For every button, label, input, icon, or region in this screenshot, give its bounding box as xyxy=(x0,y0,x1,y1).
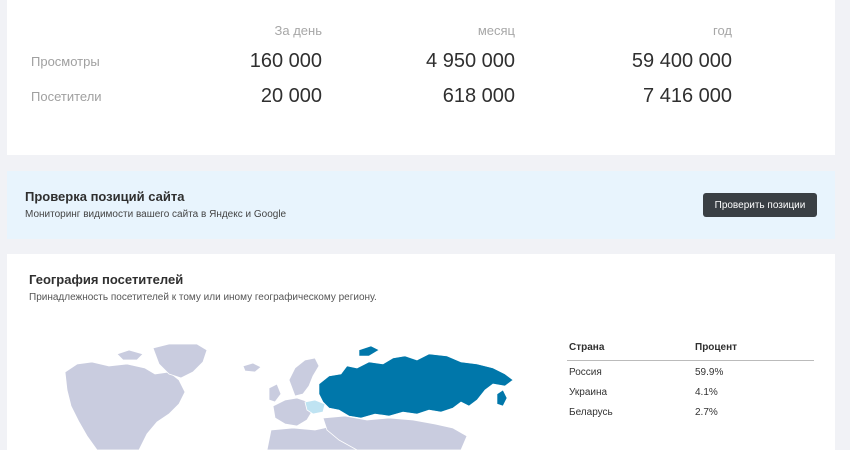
british-isles-region[interactable] xyxy=(268,383,282,403)
russia-region[interactable] xyxy=(318,353,514,419)
views-year-value: 59 400 000 xyxy=(631,50,732,72)
column-header-day: За день xyxy=(274,23,322,38)
table-row-country: Украина xyxy=(569,387,608,398)
iceland-region[interactable] xyxy=(242,362,262,373)
check-positions-banner: Проверка позиций сайта Мониторинг видимо… xyxy=(7,171,835,239)
geography-subtitle: Принадлежность посетителей к тому или ин… xyxy=(29,292,377,303)
views-month-value: 4 950 000 xyxy=(426,50,515,72)
table-row-country: Россия xyxy=(569,367,602,378)
arctic-islands-region[interactable] xyxy=(116,349,144,361)
row-label-visitors: Посетители xyxy=(31,89,102,104)
visitors-month-value: 618 000 xyxy=(442,85,515,107)
geography-card: География посетителей Принадлежность пос… xyxy=(7,254,835,450)
visitors-day-value: 20 000 xyxy=(260,85,322,107)
north-america-region[interactable] xyxy=(64,361,186,450)
scandinavia-region[interactable] xyxy=(288,357,320,397)
table-row-percent: 59.9% xyxy=(695,367,724,378)
novaya-zemlya-region[interactable] xyxy=(358,345,380,357)
traffic-stats-card: За день месяц год Просмотры 160 000 4 95… xyxy=(7,0,835,155)
check-positions-button[interactable]: Проверить позиции xyxy=(703,193,817,217)
column-header-month: месяц xyxy=(477,23,515,38)
geography-title: География посетителей xyxy=(29,272,184,287)
banner-subtitle: Мониторинг видимости вашего сайта в Янде… xyxy=(25,209,287,220)
column-header-year: год xyxy=(713,23,732,38)
world-map[interactable] xyxy=(57,344,527,450)
table-row-country: Беларусь xyxy=(569,407,613,418)
row-label-views: Просмотры xyxy=(31,54,100,69)
table-header-percent: Процент xyxy=(695,342,738,353)
views-day-value: 160 000 xyxy=(249,50,322,72)
far-east-region[interactable] xyxy=(496,389,508,407)
table-header-country: Страна xyxy=(569,342,605,353)
table-row-percent: 2.7% xyxy=(695,407,718,418)
table-row-percent: 4.1% xyxy=(695,387,718,398)
visitors-year-value: 7 416 000 xyxy=(643,85,732,107)
table-header-divider xyxy=(567,360,814,361)
banner-title: Проверка позиций сайта xyxy=(25,189,185,204)
